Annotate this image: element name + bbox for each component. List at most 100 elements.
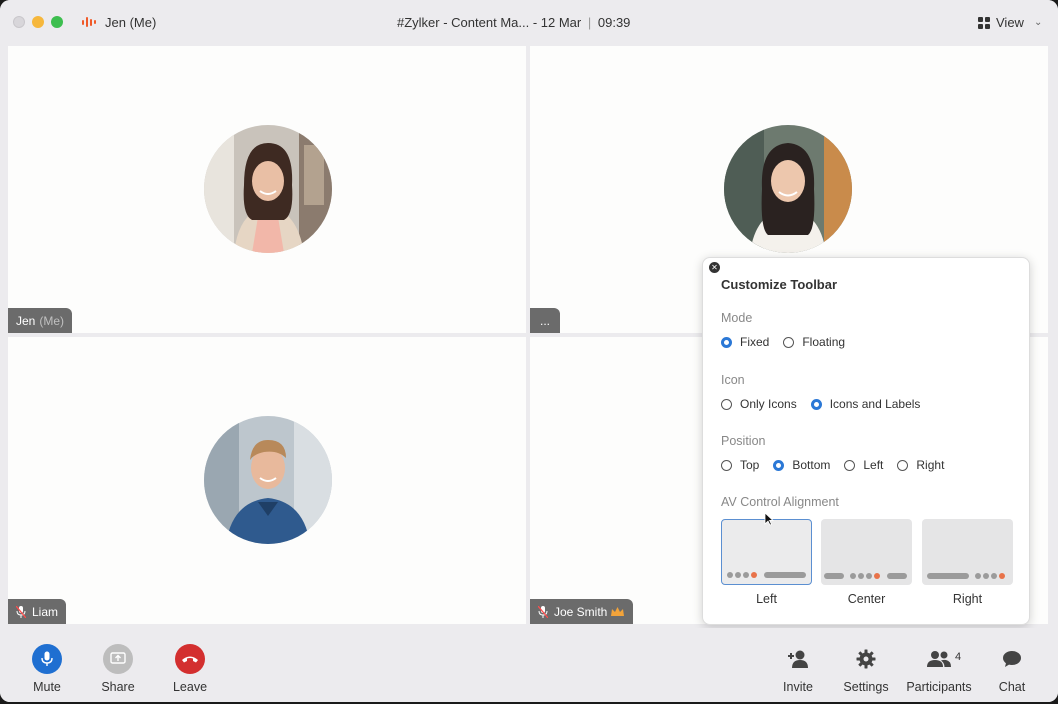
- radio-mode-floating[interactable]: Floating: [783, 335, 845, 349]
- settings-button[interactable]: Settings: [836, 644, 896, 694]
- participant-name: ...: [540, 313, 551, 328]
- participants-button[interactable]: Participants: [904, 644, 974, 694]
- radio-button[interactable]: [721, 336, 732, 348]
- participant-me-suffix: (Me): [39, 313, 65, 328]
- share-button[interactable]: Share: [88, 644, 148, 694]
- participants-label: Participants: [906, 680, 972, 694]
- alignment-caption: Right: [952, 592, 983, 606]
- meeting-toolbar: Mute Share Leave Invite Settings Partici…: [0, 628, 1058, 702]
- avatar-jen: [204, 125, 332, 253]
- icon-label: Icon: [721, 373, 745, 387]
- mini-toolbar-preview: [722, 572, 811, 578]
- window-maximize-button[interactable]: [51, 16, 63, 28]
- participant-name-tag: Joe Smith: [530, 599, 634, 624]
- invite-user-icon: [768, 644, 828, 674]
- mic-muted-icon: [16, 605, 26, 618]
- radio-position-left[interactable]: Left: [844, 458, 883, 472]
- radio-label: Left: [863, 458, 884, 472]
- leave-label: Leave: [172, 680, 208, 694]
- radio-icon-icons-and-labels[interactable]: Icons and Labels: [810, 397, 921, 411]
- avatar-liam: [204, 416, 332, 544]
- alignment-caption: Center: [847, 592, 886, 606]
- mode-label: Mode: [721, 311, 753, 325]
- participant-name: Liam: [32, 604, 59, 619]
- meeting-name: #Zylker - Content Ma... - 12 Mar: [397, 15, 582, 30]
- alignment-option-right[interactable]: Right: [922, 519, 1013, 606]
- host-crown-icon: [611, 607, 625, 616]
- mic-muted-icon: [538, 605, 548, 618]
- title-bar: Jen (Me) #Zylker - Content Ma... - 12 Ma…: [0, 0, 1058, 44]
- position-options: Top Bottom Left Right: [721, 458, 958, 472]
- close-icon[interactable]: ✕: [709, 262, 720, 273]
- window-close-button[interactable]: [13, 16, 25, 28]
- hang-up-icon: [175, 644, 205, 674]
- icon-options: Only Icons Icons and Labels: [721, 397, 934, 411]
- alignment-preview-center[interactable]: [821, 519, 912, 585]
- avatar-participant: [724, 125, 852, 253]
- radio-button[interactable]: [810, 398, 822, 410]
- radio-label: Fixed: [740, 335, 770, 349]
- alignment-option-center[interactable]: Center: [821, 519, 912, 606]
- participant-name: Joe Smith: [554, 604, 608, 619]
- video-tile-liam[interactable]: Liam: [8, 337, 526, 624]
- radio-mode-fixed[interactable]: Fixed: [721, 335, 769, 349]
- mute-button[interactable]: Mute: [17, 644, 77, 694]
- radio-label: Only Icons: [740, 397, 797, 411]
- share-screen-icon: [103, 644, 133, 674]
- grid-view-icon: [978, 16, 990, 29]
- title-separator: |: [587, 15, 592, 30]
- chevron-down-icon: ⌄: [1033, 17, 1043, 28]
- chat-bubble-icon: [982, 644, 1042, 674]
- av-alignment-label: AV Control Alignment: [721, 495, 839, 509]
- chat-button[interactable]: Chat: [982, 644, 1042, 694]
- radio-button[interactable]: [721, 398, 732, 410]
- meeting-title: #Zylker - Content Ma... - 12 Mar | 09:39: [397, 15, 630, 30]
- video-tile-jen[interactable]: Jen (Me): [8, 46, 526, 333]
- view-menu-button[interactable]: View ⌄: [978, 15, 1042, 30]
- share-label: Share: [101, 680, 135, 694]
- participant-name-tag: Jen (Me): [8, 308, 73, 333]
- alignment-option-left[interactable]: Left: [721, 519, 812, 606]
- radio-button[interactable]: [897, 459, 909, 471]
- alignment-preview-left[interactable]: [721, 519, 812, 585]
- meeting-time: 09:39: [597, 15, 631, 30]
- radio-button[interactable]: [721, 459, 732, 471]
- audio-wave-icon: [82, 17, 98, 27]
- window-minimize-button[interactable]: [32, 16, 44, 28]
- panel-title: Customize Toolbar: [721, 277, 838, 292]
- radio-position-right[interactable]: Right: [897, 458, 944, 472]
- radio-label: Icons and Labels: [829, 397, 921, 411]
- alignment-preview-right[interactable]: [922, 519, 1013, 585]
- radio-button[interactable]: [844, 459, 856, 471]
- mini-toolbar-preview: [821, 573, 912, 579]
- position-label: Position: [721, 434, 766, 448]
- radio-icon-only-icons[interactable]: Only Icons: [721, 397, 797, 411]
- chat-label: Chat: [998, 680, 1026, 694]
- participants-icon: [904, 644, 974, 674]
- alignment-caption: Left: [756, 592, 777, 606]
- participants-count-badge: 4: [955, 651, 962, 663]
- view-label: View: [996, 15, 1024, 30]
- radio-label: Bottom: [792, 458, 831, 472]
- radio-button[interactable]: [783, 336, 795, 348]
- settings-label: Settings: [843, 680, 889, 694]
- leave-button[interactable]: Leave: [160, 644, 220, 694]
- mouse-cursor-icon: [764, 512, 774, 526]
- radio-label: Right: [916, 458, 945, 472]
- participant-name-tag: ...: [530, 308, 561, 333]
- microphone-icon: [32, 644, 62, 674]
- radio-position-top[interactable]: Top: [721, 458, 759, 472]
- meeting-window: Jen (Me) #Zylker - Content Ma... - 12 Ma…: [0, 0, 1058, 702]
- mute-label: Mute: [33, 680, 61, 694]
- mini-toolbar-preview: [922, 573, 1013, 579]
- participant-name-tag: Liam: [8, 599, 67, 624]
- radio-position-bottom[interactable]: Bottom: [773, 458, 830, 472]
- mode-options: Fixed Floating: [721, 335, 859, 349]
- invite-button[interactable]: Invite: [768, 644, 828, 694]
- radio-button[interactable]: [773, 459, 785, 471]
- participant-name: Jen: [16, 313, 36, 328]
- gear-icon: [836, 644, 896, 674]
- customize-toolbar-panel: ✕ Customize Toolbar Mode Fixed Floating …: [702, 257, 1030, 625]
- invite-label: Invite: [783, 680, 813, 694]
- current-user-label: Jen (Me): [105, 15, 157, 30]
